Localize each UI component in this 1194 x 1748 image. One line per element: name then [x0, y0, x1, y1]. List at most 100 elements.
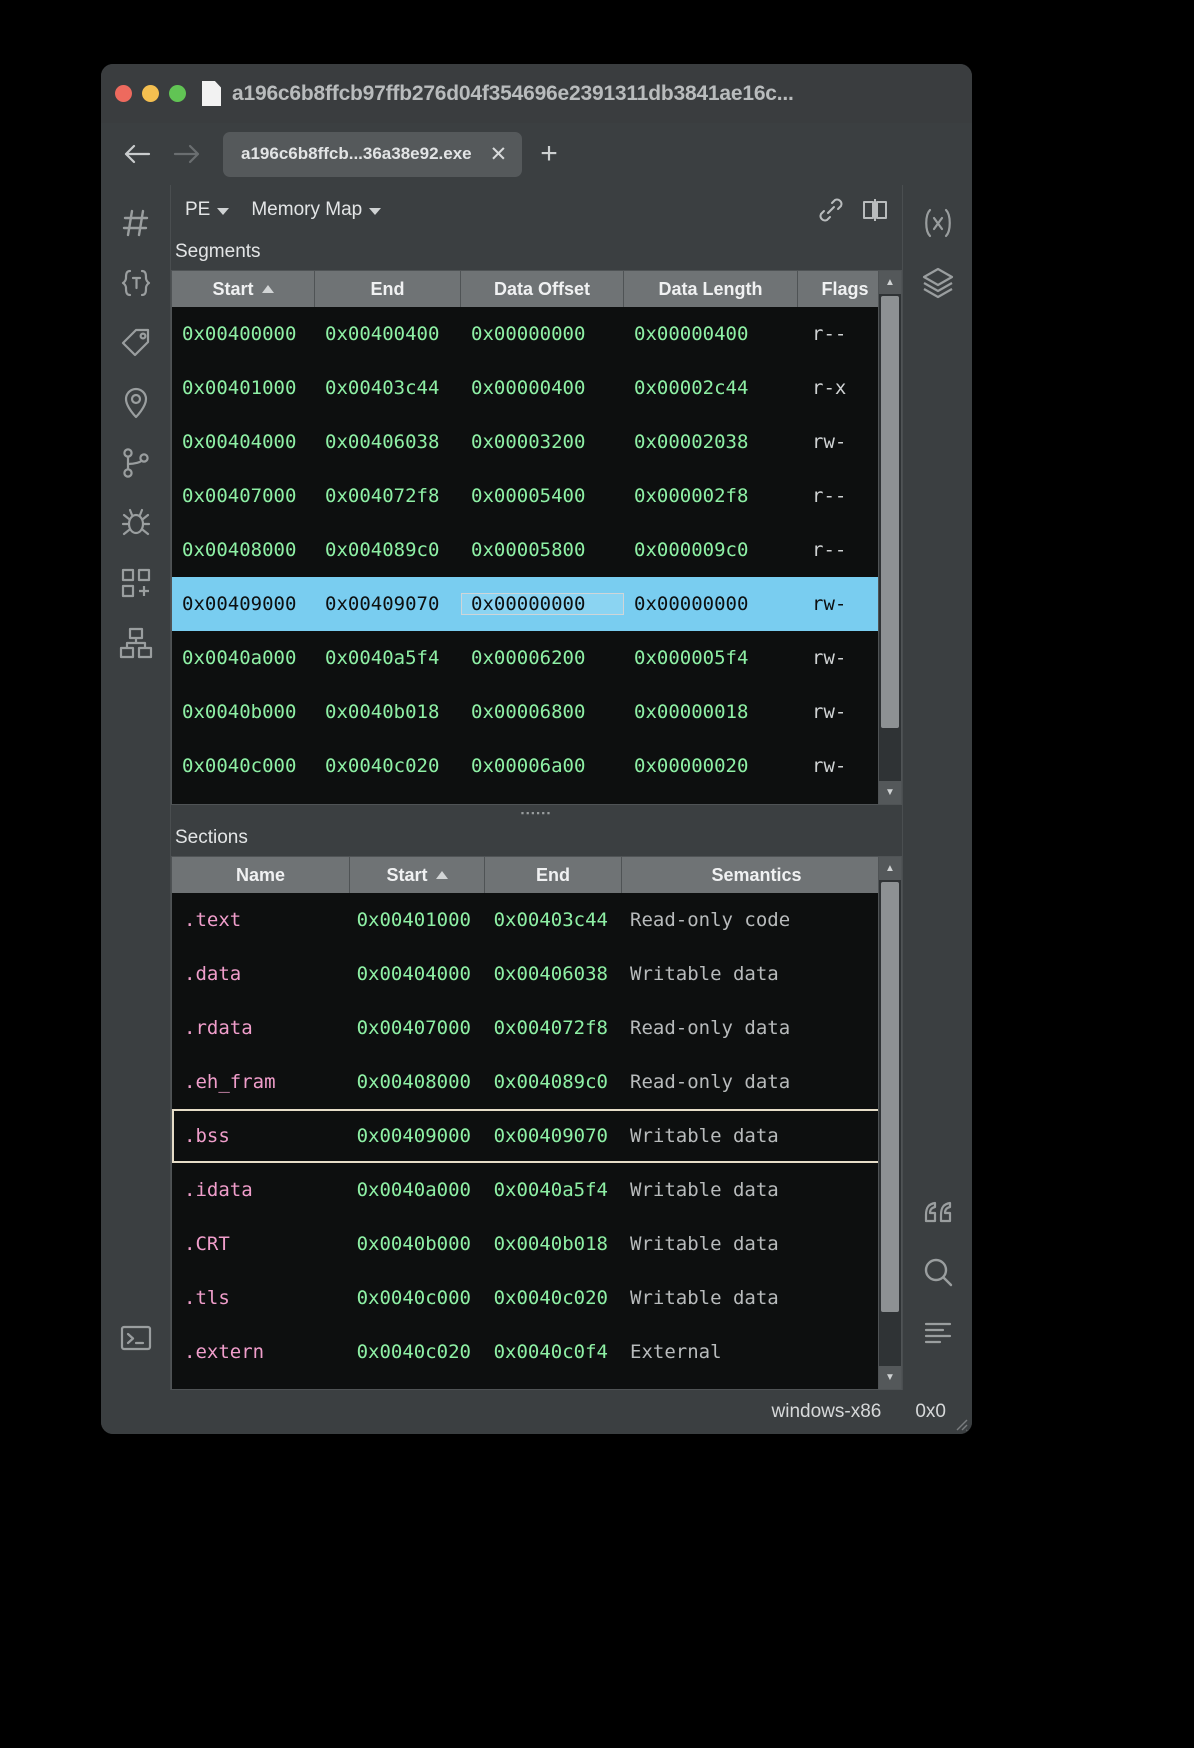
table-row[interactable]: .idata 0x0040a000 0x0040a5f4 Writable data	[172, 1163, 901, 1217]
segments-table[interactable]: Start End Data Offset Data Length Flags 0x00…	[171, 270, 902, 805]
table-cell[interactable]: 0x00006200	[461, 647, 624, 669]
segments-scrollbar[interactable]: ▲ ▼	[878, 271, 901, 804]
table-row[interactable]: 0x0040a000 0x0040a5f4 0x00006200 0x000005f4…	[172, 631, 901, 685]
format-dropdown[interactable]: PE	[185, 199, 230, 221]
scroll-down-icon[interactable]: ▼	[879, 781, 901, 804]
table-cell[interactable]: 0x00409070	[485, 1125, 622, 1147]
table-cell[interactable]: 0x00404000	[172, 431, 315, 453]
table-cell[interactable]: 0x00000000	[461, 593, 624, 615]
table-cell[interactable]: 0x00408000	[350, 1071, 485, 1093]
log-icon[interactable]	[912, 1302, 964, 1362]
table-cell[interactable]: 0x0040a000	[350, 1179, 485, 1201]
table-row[interactable]: .extern 0x0040c020 0x0040c0f4 External	[172, 1325, 901, 1379]
table-cell[interactable]: 0x0040c020	[350, 1341, 485, 1363]
table-cell[interactable]: 0x00403c44	[485, 909, 622, 931]
table-cell[interactable]: 0x004072f8	[315, 485, 461, 507]
sections-scrollbar[interactable]: ▲ ▼	[878, 857, 901, 1389]
table-cell[interactable]: Writable data	[622, 1179, 892, 1201]
table-cell[interactable]: 0x0040c020	[315, 755, 461, 777]
forward-button[interactable]	[165, 134, 209, 174]
table-cell[interactable]: 0x00005400	[461, 485, 624, 507]
table-cell[interactable]: 0x0040b000	[172, 701, 315, 723]
sections-scroll-track[interactable]	[879, 880, 901, 1366]
components-icon[interactable]	[110, 553, 162, 613]
search-icon[interactable]	[912, 1242, 964, 1302]
table-cell[interactable]: 0x004089c0	[485, 1071, 622, 1093]
comments-icon[interactable]	[912, 1182, 964, 1242]
table-cell[interactable]: 0x00401000	[172, 377, 315, 399]
table-row[interactable]: 0x00408000 0x004089c0 0x00005800 0x000009c0…	[172, 523, 901, 577]
table-row[interactable]: 0x00404000 0x00406038 0x00003200 0x00002038…	[172, 415, 901, 469]
table-cell[interactable]: 0x00407000	[172, 485, 315, 507]
view-dropdown[interactable]: Memory Map	[251, 199, 382, 221]
table-cell[interactable]: 0x00000000	[461, 323, 624, 345]
table-cell[interactable]: .rdata	[172, 1017, 350, 1039]
split-pane-icon[interactable]	[862, 197, 888, 223]
table-cell[interactable]: 0x00409070	[315, 593, 461, 615]
table-cell[interactable]: 0x0040a000	[172, 647, 315, 669]
table-cell[interactable]: 0x0040b000	[350, 1233, 485, 1255]
sections-column-header-semantics[interactable]: Semantics	[622, 857, 892, 893]
scroll-up-icon[interactable]: ▲	[879, 857, 901, 880]
table-cell[interactable]: 0x00408000	[172, 539, 315, 561]
table-row[interactable]: .data 0x00404000 0x00406038 Writable data	[172, 947, 901, 1001]
table-cell[interactable]: 0x00409000	[172, 593, 315, 615]
table-cell[interactable]: 0x0040b018	[315, 701, 461, 723]
table-cell[interactable]: 0x00000018	[624, 701, 798, 723]
segments-column-header-end[interactable]: End	[315, 271, 461, 307]
tag-icon[interactable]	[110, 313, 162, 373]
location-pin-icon[interactable]	[110, 373, 162, 433]
table-cell[interactable]: 0x00409000	[350, 1125, 485, 1147]
table-cell[interactable]: .extern	[172, 1341, 350, 1363]
table-row[interactable]: 0x00407000 0x004072f8 0x00005400 0x000002f8…	[172, 469, 901, 523]
table-row[interactable]: 0x0040b000 0x0040b018 0x00006800 0x00000018…	[172, 685, 901, 739]
table-cell[interactable]: 0x00006a00	[461, 755, 624, 777]
scroll-up-icon[interactable]: ▲	[879, 271, 901, 294]
table-row[interactable]: 0x00401000 0x00403c44 0x00000400 0x00002c44…	[172, 361, 901, 415]
segments-scroll-track[interactable]	[879, 294, 901, 781]
scroll-down-icon[interactable]: ▼	[879, 1366, 901, 1389]
table-row[interactable]: .tls 0x0040c000 0x0040c020 Writable data	[172, 1271, 901, 1325]
table-row[interactable]: 0x00409000 0x00409070 0x00000000 0x00000000…	[172, 577, 901, 631]
table-row[interactable]: .text 0x00401000 0x00403c44 Read-only code	[172, 893, 901, 947]
maximize-window-button[interactable]	[169, 85, 186, 102]
sections-table[interactable]: Name Start End Semantics .text 0x00401000 0x0…	[171, 856, 902, 1390]
table-cell[interactable]: 0x00002038	[624, 431, 798, 453]
sections-column-header-end[interactable]: End	[485, 857, 622, 893]
table-row[interactable]: .bss 0x00409000 0x00409070 Writable data	[172, 1109, 901, 1163]
bug-icon[interactable]	[110, 493, 162, 553]
table-cell[interactable]: 0x0040c020	[485, 1287, 622, 1309]
sections-scroll-thumb[interactable]	[881, 882, 899, 1312]
table-cell[interactable]: 0x0040c000	[350, 1287, 485, 1309]
table-cell[interactable]: 0x00005800	[461, 539, 624, 561]
segments-column-header-data-length[interactable]: Data Length	[624, 271, 798, 307]
table-cell[interactable]: 0x000002f8	[624, 485, 798, 507]
table-cell[interactable]: .tls	[172, 1287, 350, 1309]
table-cell[interactable]: 0x00407000	[350, 1017, 485, 1039]
table-cell[interactable]: 0x004072f8	[485, 1017, 622, 1039]
table-row[interactable]: .rdata 0x00407000 0x004072f8 Read-only data	[172, 1001, 901, 1055]
table-row[interactable]: .CRT 0x0040b000 0x0040b018 Writable data	[172, 1217, 901, 1271]
table-cell[interactable]: .idata	[172, 1179, 350, 1201]
segments-table-body[interactable]: 0x00400000 0x00400400 0x00000000 0x00000400…	[172, 307, 901, 804]
table-cell[interactable]: 0x00000400	[624, 323, 798, 345]
types-icon[interactable]	[110, 253, 162, 313]
table-cell[interactable]: Read-only code	[622, 909, 892, 931]
segments-column-header-data-offset[interactable]: Data Offset	[461, 271, 624, 307]
sections-column-header-name[interactable]: Name	[172, 857, 350, 893]
table-cell[interactable]: .eh_fram	[172, 1071, 350, 1093]
layers-icon[interactable]	[912, 253, 964, 313]
table-cell[interactable]: .CRT	[172, 1233, 350, 1255]
table-cell[interactable]: Read-only data	[622, 1017, 892, 1039]
table-cell[interactable]: 0x0040b018	[485, 1233, 622, 1255]
link-icon[interactable]	[818, 197, 844, 223]
table-cell[interactable]: 0x00000000	[624, 593, 798, 615]
table-row[interactable]: 0x00400000 0x00400400 0x00000000 0x00000400…	[172, 307, 901, 361]
table-cell[interactable]: Read-only data	[622, 1071, 892, 1093]
table-cell[interactable]: 0x0040a5f4	[485, 1179, 622, 1201]
table-cell[interactable]: Writable data	[622, 1125, 892, 1147]
table-cell[interactable]: 0x00401000	[350, 909, 485, 931]
variables-icon[interactable]	[912, 193, 964, 253]
sections-column-header-start[interactable]: Start	[350, 857, 485, 893]
table-cell[interactable]: Writable data	[622, 1287, 892, 1309]
